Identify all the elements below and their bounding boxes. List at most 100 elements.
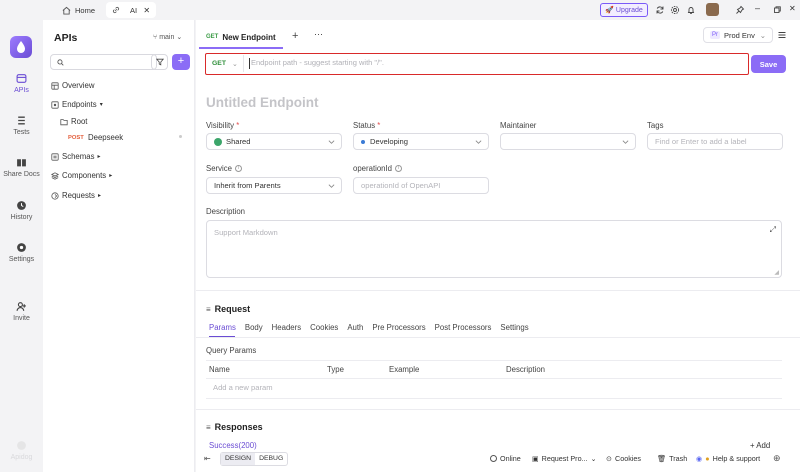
chevron-down-icon: ⌄	[590, 454, 597, 463]
rail-item-apidog-label: Apidog	[10, 454, 33, 461]
service-label: Service i	[206, 164, 242, 173]
tab-ai-label: AI	[130, 5, 138, 15]
tab-cookies[interactable]: Cookies	[310, 323, 338, 332]
tree-item-overview[interactable]: Overview	[51, 81, 95, 90]
api-tree-panel: APIs ⑂ main ⌄ + Overview Endpoints ▾ Roo…	[43, 20, 195, 472]
minimize-icon[interactable]: –	[755, 3, 760, 13]
filter-button[interactable]	[151, 54, 168, 70]
endpoints-icon	[51, 100, 59, 109]
tree-item-endpoints[interactable]: Endpoints ▾	[51, 100, 103, 109]
tab-active-indicator	[199, 47, 283, 49]
trash-button[interactable]: 🗑 Trash	[657, 454, 687, 463]
upgrade-label: Upgrade	[615, 6, 643, 14]
caret-right-icon: ▸	[97, 193, 101, 199]
maximize-icon[interactable]	[772, 5, 782, 15]
schemas-icon	[51, 152, 59, 161]
endpoint-path-input[interactable]: Endpoint path - suggest starting with "/…	[251, 58, 384, 67]
rail-item-apis[interactable]: APIs	[0, 73, 43, 94]
status-dot	[179, 135, 182, 138]
tree-item-root[interactable]: Root	[60, 117, 87, 126]
response-success-tab[interactable]: Success(200)	[209, 441, 257, 450]
description-textarea[interactable]: Support Markdown ⤢ ◢	[206, 220, 782, 278]
tab-home[interactable]: Home	[56, 2, 101, 18]
tree-item-deepseek-label: Deepseek	[88, 133, 124, 142]
app-logo	[10, 36, 32, 58]
avatar[interactable]	[706, 3, 719, 16]
chevron-down-icon: ⌄	[231, 60, 238, 68]
tab-home-label: Home	[75, 5, 96, 15]
status-bar: ⇤ DESIGN DEBUG Online ▣ Request Pro... ⌄…	[196, 451, 800, 468]
tab-auth[interactable]: Auth	[347, 323, 363, 332]
resize-handle-icon[interactable]: ◢	[774, 269, 779, 276]
tree-item-requests[interactable]: Requests ▸	[51, 191, 101, 200]
mode-switch: DESIGN DEBUG	[220, 452, 289, 466]
tab-body[interactable]: Body	[245, 323, 263, 332]
close-tab-icon[interactable]: ✕	[143, 6, 150, 15]
tags-input[interactable]: Find or Enter to add a label	[647, 133, 783, 150]
upgrade-button[interactable]: 🚀 Upgrade	[600, 3, 648, 17]
bell-icon[interactable]	[686, 5, 696, 15]
new-tab-icon[interactable]: +	[292, 30, 298, 42]
visibility-select[interactable]: Shared	[206, 133, 342, 150]
rail-item-invite[interactable]: Invite	[0, 301, 43, 322]
tab-ai[interactable]: AI ✕	[106, 2, 157, 18]
caret-right-icon: ▸	[97, 154, 101, 160]
request-proxy-label: Request Pro...	[541, 454, 588, 463]
settings-wheel-icon[interactable]: ⊕	[773, 453, 781, 464]
request-proxy-selector[interactable]: ▣ Request Pro... ⌄	[532, 454, 597, 463]
pin-icon[interactable]	[735, 5, 745, 15]
rail-item-settings[interactable]: Settings	[0, 242, 43, 263]
more-icon[interactable]: ⋯	[314, 29, 323, 40]
debug-mode-button[interactable]: DEBUG	[255, 453, 287, 465]
method-selector[interactable]: GET ⌄	[207, 55, 244, 72]
rail-item-share-docs[interactable]: Share Docs	[0, 157, 43, 178]
table-divider	[206, 398, 782, 399]
expand-icon[interactable]: ⤢	[770, 225, 776, 235]
service-select[interactable]: Inherit from Parents	[206, 177, 342, 194]
tree-item-deepseek[interactable]: POST Deepseek	[68, 133, 123, 142]
operation-id-input[interactable]: operationId of OpenAPI	[353, 177, 489, 194]
menu-icon[interactable]	[777, 30, 787, 40]
environment-selector[interactable]: Pr Prod Env ⌄	[703, 27, 773, 43]
add-param-input[interactable]: Add a new param	[213, 383, 273, 392]
visibility-value: Shared	[226, 137, 251, 146]
save-button[interactable]: Save	[751, 55, 786, 73]
filter-icon	[156, 58, 164, 66]
rail-item-share-docs-label: Share Docs	[3, 171, 40, 178]
online-status[interactable]: Online	[490, 454, 521, 463]
tab-post-processors[interactable]: Post Processors	[435, 323, 492, 332]
sync-icon[interactable]	[655, 5, 665, 15]
caret-down-icon: ▾	[99, 102, 103, 108]
tab-settings[interactable]: Settings	[500, 323, 528, 332]
maintainer-select[interactable]	[500, 133, 636, 150]
tab-headers[interactable]: Headers	[272, 323, 301, 332]
endpoint-title-input[interactable]: Untitled Endpoint	[206, 95, 318, 110]
help-button[interactable]: ◉ ● Help & support	[696, 454, 760, 463]
branch-selector[interactable]: ⑂ main ⌄	[153, 33, 183, 42]
collapse-sidebar-icon[interactable]: ⇤	[204, 454, 211, 463]
chevron-down-icon	[328, 139, 335, 145]
rail-item-history[interactable]: History	[0, 200, 43, 221]
close-window-icon[interactable]: ✕	[789, 4, 796, 13]
caret-right-icon: ▸	[109, 173, 113, 179]
add-button[interactable]: +	[172, 54, 190, 70]
tab-params[interactable]: Params	[209, 323, 236, 332]
cookies-button[interactable]: ⊙ Cookies	[606, 454, 641, 463]
add-response-button[interactable]: + Add	[750, 441, 770, 450]
info-icon: i	[235, 165, 242, 172]
tree-item-overview-label: Overview	[62, 81, 95, 90]
rail-item-tests[interactable]: Tests	[0, 115, 43, 136]
chevron-down-icon	[622, 139, 629, 145]
search-input[interactable]	[50, 54, 157, 70]
tab-pre-processors[interactable]: Pre Processors	[372, 323, 425, 332]
tree-item-endpoints-label: Endpoints	[62, 100, 97, 109]
folder-icon	[60, 118, 68, 126]
status-select[interactable]: Developing	[353, 133, 489, 150]
tree-item-components[interactable]: Components ▸	[51, 171, 112, 180]
tree-item-schemas[interactable]: Schemas ▸	[51, 152, 101, 161]
gear-icon[interactable]	[670, 5, 680, 15]
chevron-down-icon: ⌄	[176, 34, 183, 41]
tab-new-endpoint[interactable]: GET New Endpoint	[199, 27, 283, 47]
column-type: Type	[327, 365, 344, 374]
design-mode-button[interactable]: DESIGN	[221, 453, 256, 465]
